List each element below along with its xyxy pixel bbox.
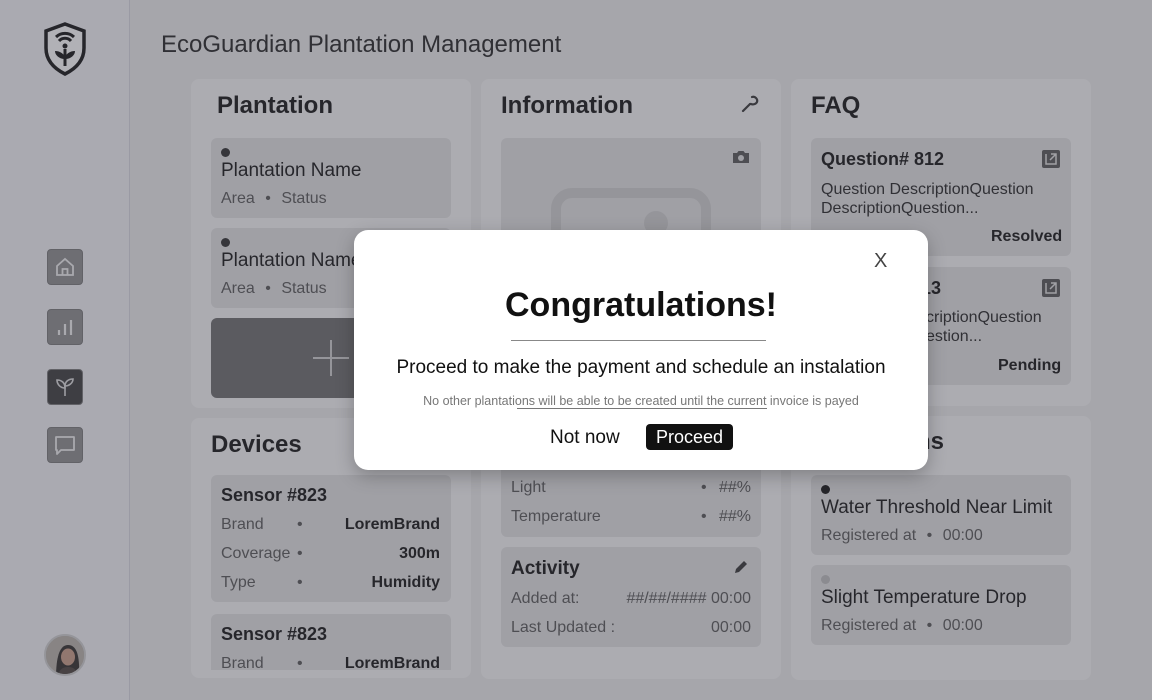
modal-title: Congratulations! xyxy=(505,286,777,324)
congratulations-modal: X Congratulations! Proceed to make the p… xyxy=(354,230,928,470)
divider xyxy=(511,340,766,341)
note-underline xyxy=(517,408,767,409)
close-button[interactable]: X xyxy=(874,250,887,273)
modal-message: Proceed to make the payment and schedule… xyxy=(396,357,886,378)
not-now-button[interactable]: Not now xyxy=(550,427,620,449)
modal-note: No other plantations will be able to be … xyxy=(423,394,859,408)
proceed-button[interactable]: Proceed xyxy=(646,424,734,450)
